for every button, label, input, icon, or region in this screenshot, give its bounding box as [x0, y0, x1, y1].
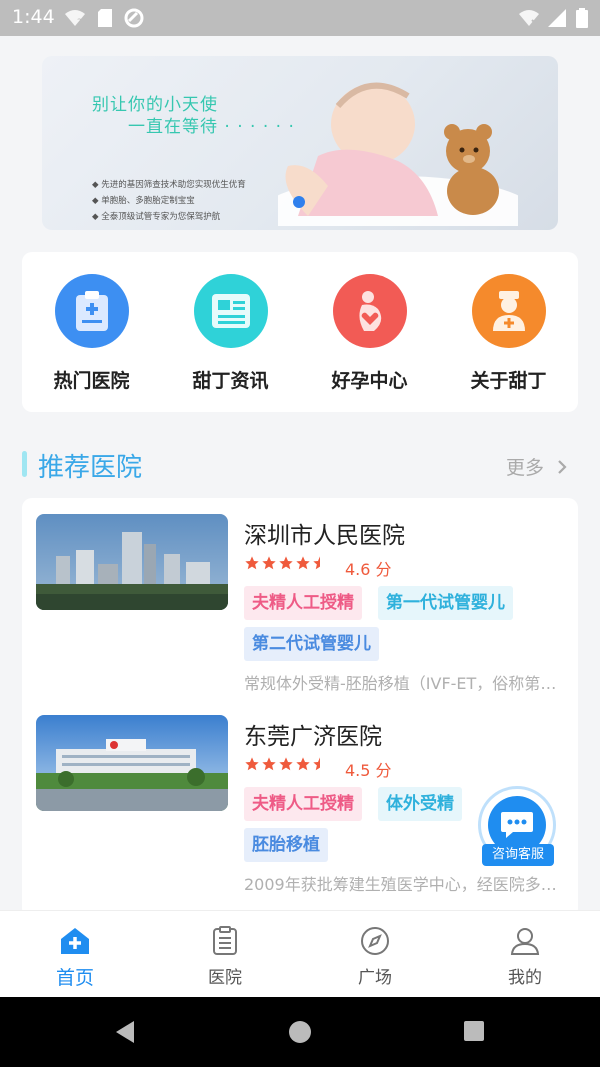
- tab-label: 我的: [508, 968, 542, 988]
- section-accent-bar: [22, 451, 27, 477]
- hospital-tag: 夫精人工授精: [244, 787, 362, 821]
- tab-hospital[interactable]: 医院: [150, 911, 300, 998]
- quick-item-pregnancy-center[interactable]: 好孕中心: [300, 252, 439, 412]
- home-plus-icon: [61, 928, 89, 954]
- sim-card-icon: [98, 9, 112, 27]
- star-icon: [262, 556, 276, 570]
- hospital-card[interactable]: 深圳市人民医院 4.6 分 夫精人工授精 第一代试管婴儿 第二代试管婴儿 常规体…: [22, 498, 578, 698]
- star-icon: [245, 556, 259, 570]
- banner-bullet: ◆ 单胞胎、多胞胎定制宝宝: [92, 196, 195, 206]
- wifi-off-icon: [519, 10, 539, 27]
- rating-stars: [244, 555, 328, 571]
- chevron-right-icon: [558, 460, 567, 474]
- consult-label: 咨询客服: [482, 844, 554, 866]
- sync-icon: [124, 8, 144, 28]
- star-icon: [279, 556, 293, 570]
- status-time: 1:44: [12, 6, 55, 28]
- battery-icon: [576, 8, 588, 28]
- quick-item-hot-hospitals[interactable]: 热门医院: [22, 252, 161, 412]
- hospital-tag: 夫精人工授精: [244, 586, 362, 620]
- nurse-icon: [471, 274, 546, 348]
- tab-square[interactable]: 广场: [300, 911, 450, 998]
- hospital-photo: [36, 514, 228, 610]
- hospital-tag: 体外受精: [378, 787, 462, 821]
- section-title: 推荐医院: [38, 453, 143, 483]
- news-card-icon: [193, 274, 268, 348]
- promo-banner[interactable]: 别让你的小天使 一直在等待 · · · · · · ◆ 先进的基因筛查技术助您实…: [42, 56, 558, 230]
- more-label: 更多: [505, 457, 544, 479]
- star-icon: [296, 757, 310, 771]
- hospital-description: 常规体外受精-胚胎移植（IVF-ET，俗称第一代试管婴儿）: [244, 674, 562, 693]
- status-bar: 1:44 ?: [0, 0, 600, 36]
- tab-label: 医院: [208, 968, 242, 988]
- quick-item-label: 关于甜丁: [470, 370, 547, 392]
- signal-icon: [548, 9, 566, 27]
- star-icon: [296, 556, 310, 570]
- banner-bullet: ◆ 全泰顶级试管专家为您保驾护航: [92, 212, 221, 222]
- hospital-tag: 第二代试管婴儿: [244, 627, 379, 661]
- hospital-description: 2009年获批筹建生殖医学中心，经医院多年发展: [244, 875, 562, 894]
- tab-home[interactable]: 首页: [0, 911, 150, 998]
- recommended-hospitals-header: 推荐医院 更多: [22, 445, 578, 485]
- star-icon: [262, 757, 276, 771]
- quick-item-news[interactable]: 甜丁资讯: [161, 252, 300, 412]
- hospital-clipboard-icon: [54, 274, 129, 348]
- quick-item-about[interactable]: 关于甜丁: [439, 252, 578, 412]
- quick-item-label: 热门医院: [53, 370, 130, 392]
- banner-bullet: ◆ 先进的基因筛查技术助您实现优生优育: [92, 180, 246, 190]
- hospital-name: 深圳市人民医院: [244, 523, 405, 549]
- recents-icon[interactable]: [462, 1019, 486, 1043]
- user-icon: [510, 928, 540, 955]
- tab-mine[interactable]: 我的: [450, 911, 600, 998]
- banner-headline-2: 一直在等待 · · · · · ·: [128, 117, 295, 137]
- rating-score: 4.5 分: [345, 761, 392, 780]
- more-link[interactable]: 更多: [506, 453, 568, 480]
- hospital-name: 东莞广济医院: [244, 724, 382, 750]
- sleeping-baby-illustration: [278, 82, 518, 226]
- compass-icon: [361, 927, 389, 955]
- consult-service-button[interactable]: 咨询客服: [478, 786, 556, 866]
- list-doc-icon: [213, 926, 237, 955]
- carousel-indicator[interactable]: [293, 196, 305, 208]
- quick-menu: 热门医院 甜丁资讯 好孕中心 关于甜丁: [22, 252, 578, 412]
- quick-item-label: 好孕中心: [331, 370, 408, 392]
- rating-score: 4.6 分: [345, 560, 392, 579]
- rating-stars: [244, 756, 328, 772]
- half-star-icon: [313, 556, 320, 570]
- svg-text:?: ?: [77, 18, 82, 27]
- star-icon: [279, 757, 293, 771]
- system-navigation-bar: [0, 997, 600, 1067]
- bottom-tab-bar: 首页 医院 广场 我的: [0, 910, 600, 997]
- quick-item-label: 甜丁资讯: [192, 370, 269, 392]
- tab-label: 广场: [358, 968, 392, 988]
- home-circle-icon[interactable]: [287, 1019, 313, 1045]
- hospital-tag: 第一代试管婴儿: [378, 586, 513, 620]
- tab-label: 首页: [55, 967, 94, 989]
- wifi-question-icon: ?: [65, 10, 85, 27]
- pregnancy-icon: [332, 274, 407, 348]
- hospital-tag: 胚胎移植: [244, 828, 328, 862]
- half-star-icon: [313, 757, 320, 771]
- star-icon: [245, 757, 259, 771]
- back-icon[interactable]: [112, 1019, 138, 1045]
- hospital-photo: [36, 715, 228, 811]
